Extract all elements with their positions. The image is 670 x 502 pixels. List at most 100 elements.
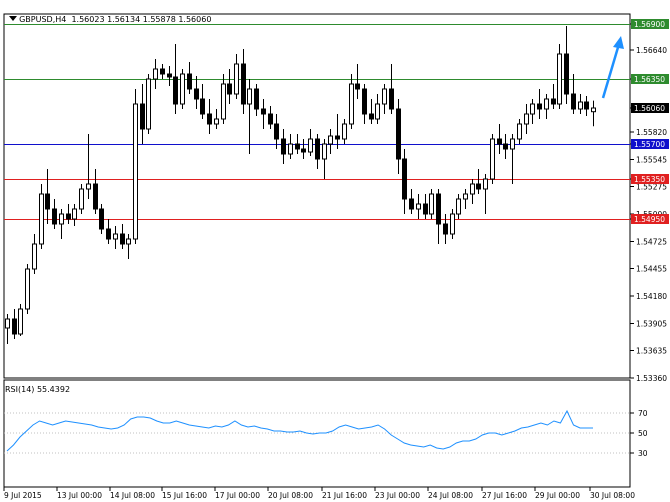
- candle-body-down: [99, 208, 104, 230]
- candle: [241, 49, 246, 114]
- candle-body-up: [557, 53, 562, 105]
- candle-body-up: [463, 193, 468, 200]
- candle: [544, 94, 549, 119]
- candle: [254, 84, 259, 116]
- time-tick-label: 24 Jul 08:00: [428, 491, 473, 500]
- price-tick-label: 1.56640: [636, 46, 667, 55]
- candle: [18, 304, 23, 336]
- candle-body-up: [429, 193, 434, 215]
- candle-body-down: [369, 113, 374, 120]
- candle: [470, 179, 475, 204]
- candle: [517, 119, 522, 144]
- candle-body-down: [93, 183, 98, 210]
- candle-body-down: [241, 63, 246, 105]
- rsi-label: RSI(14) 55.4392: [5, 385, 71, 394]
- candle-body-up: [18, 308, 23, 335]
- candle: [436, 189, 441, 244]
- candle-body-up: [490, 138, 495, 180]
- candle: [146, 74, 151, 134]
- candle: [133, 89, 138, 244]
- candle: [450, 209, 455, 239]
- candle-body-up: [113, 233, 118, 240]
- candle: [375, 94, 380, 124]
- candle-body-down: [12, 318, 17, 335]
- candle: [355, 64, 360, 99]
- time-tick-label: 29 Jul 00:00: [535, 491, 580, 500]
- candle-body-up: [342, 123, 347, 140]
- candle: [59, 209, 64, 239]
- price-tick-label: 1.55545: [636, 156, 667, 165]
- candle: [456, 194, 461, 219]
- candle: [396, 99, 401, 174]
- candle: [52, 199, 57, 229]
- candle: [180, 69, 185, 109]
- level-price-tag: 1.55700: [631, 139, 669, 149]
- candle-body-down: [194, 88, 199, 100]
- candle-body-up: [25, 268, 30, 310]
- level-price-tag-label: 1.54950: [634, 215, 665, 224]
- candle-body-up: [214, 118, 219, 125]
- candle-body-up: [308, 138, 313, 153]
- rsi-line: [6, 409, 593, 452]
- candle: [113, 226, 118, 249]
- price-tick-label: 1.54180: [636, 292, 667, 301]
- candle: [5, 314, 10, 344]
- rsi-series-line: [6, 409, 593, 452]
- candle: [557, 44, 562, 109]
- candle-body-up: [328, 135, 333, 145]
- candle: [153, 59, 158, 89]
- chart-header: GBPUSD,H4 1.56023 1.56134 1.55878 1.5606…: [4, 3, 211, 25]
- candle: [86, 134, 91, 199]
- candle: [268, 106, 273, 129]
- candle-body-up: [86, 183, 91, 190]
- time-tick-label: 17 Jul 00:00: [215, 491, 260, 500]
- rsi-tick-label: 50: [638, 429, 648, 438]
- candle-body-down: [355, 83, 360, 90]
- collapse-triangle-icon[interactable]: [9, 16, 18, 21]
- candle: [274, 114, 279, 149]
- price-tick-label: 1.54725: [636, 238, 667, 247]
- level-price-tag-label: 1.56900: [634, 20, 665, 29]
- candle-body-up: [456, 198, 461, 215]
- candle: [328, 129, 333, 154]
- price-chart[interactable]: 1.56900 1.56640 1.56350 1.56060 1.55820 1.557…: [0, 0, 670, 502]
- candle-body-up: [375, 103, 380, 120]
- candle-body-down: [295, 143, 300, 150]
- price-tick-label: 1.54455: [636, 265, 667, 274]
- candle: [106, 219, 111, 244]
- candle: [12, 309, 17, 339]
- candle: [207, 99, 212, 134]
- candle: [551, 84, 556, 109]
- rsi-tick-label: 70: [638, 409, 648, 418]
- candle-body-up: [349, 83, 354, 125]
- candle-body-down: [268, 113, 273, 125]
- candle: [409, 189, 414, 214]
- candle: [160, 64, 165, 79]
- time-tick-label: 27 Jul 16:00: [482, 491, 527, 500]
- candle-body-up: [79, 188, 84, 210]
- candle-body-down: [476, 183, 481, 190]
- candle: [173, 44, 178, 114]
- candle: [322, 139, 327, 179]
- candle: [382, 84, 387, 114]
- candle-body-up: [180, 73, 185, 105]
- candle-body-down: [52, 208, 57, 225]
- candle-body-up: [416, 203, 421, 210]
- candle-body-up: [578, 101, 583, 110]
- candle: [99, 204, 104, 234]
- candle: [32, 234, 37, 274]
- current-price-tag: 1.56060: [631, 103, 669, 113]
- candle: [443, 214, 448, 244]
- candle: [497, 124, 502, 154]
- price-tick-label: 1.53905: [636, 320, 667, 329]
- time-tick-label: 21 Jul 16:00: [322, 491, 367, 500]
- candle-body-up: [322, 143, 327, 160]
- candle: [25, 264, 30, 314]
- time-axis: 9 Jul 2015 13 Jul 00:00 14 Jul 08:00 15 Jul…: [3, 487, 635, 500]
- candle: [221, 74, 226, 124]
- candle: [315, 134, 320, 169]
- candle-body-up: [530, 103, 535, 115]
- candle: [261, 99, 266, 129]
- candle-body-up: [591, 107, 596, 113]
- candle: [167, 66, 172, 86]
